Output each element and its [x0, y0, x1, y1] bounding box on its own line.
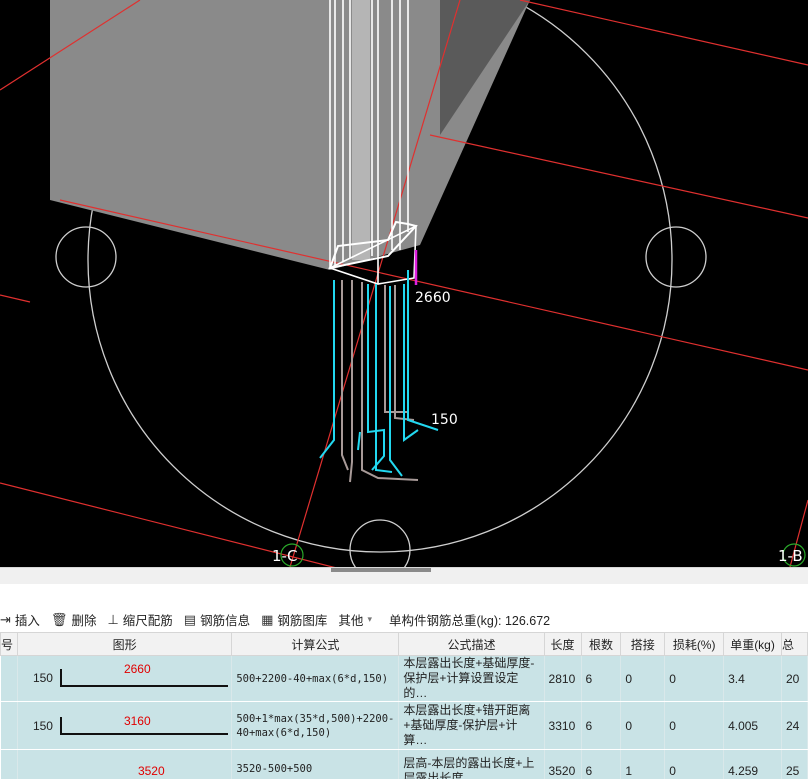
viewport-canvas[interactable]: 2660 150 1-C 1-B: [0, 0, 808, 567]
description-cell[interactable]: 层高-本层的露出长度+上层露出长度: [398, 749, 545, 779]
pile-circle-right: [645, 226, 707, 288]
row-number-cell[interactable]: [0, 749, 18, 779]
pile-circle-bottom: [349, 519, 411, 567]
row-number-cell[interactable]: [0, 655, 18, 702]
insert-row-icon: ⇥: [0, 611, 11, 627]
unit-weight-cell[interactable]: 4.005: [723, 701, 782, 750]
lap-cell[interactable]: 0: [620, 701, 666, 750]
other-label: 其他: [338, 614, 364, 628]
shape-bar-line: [59, 685, 228, 687]
insert-label: 插入: [14, 614, 40, 628]
shape-bar-length[interactable]: 3520: [138, 764, 165, 778]
column-core: [352, 0, 370, 260]
rebar-info-label: 钢筋信息: [200, 614, 251, 628]
pile-circle-left: [55, 226, 117, 288]
scale-rebar-label: 缩尺配筋: [122, 614, 173, 628]
loss-cell[interactable]: 0: [664, 655, 725, 702]
shape-bar-line: [59, 733, 228, 735]
shape-cell[interactable]: 3520: [16, 749, 233, 779]
other-dropdown[interactable]: 其他 ▾: [338, 610, 376, 629]
shape-bar-length[interactable]: 3160: [124, 714, 151, 728]
shape-hook-length: 150: [32, 719, 53, 733]
count-cell[interactable]: 6: [580, 749, 622, 779]
col-header-count[interactable]: 根数: [580, 632, 622, 656]
scale-rebar-button[interactable]: ⊥ 缩尺配筋: [107, 610, 172, 629]
col-header-total[interactable]: 总: [780, 632, 808, 656]
table-row[interactable]: 150 2660 500+2200-40+max(6*d,150) 本层露出长度…: [0, 655, 808, 702]
row-number-cell[interactable]: [0, 701, 18, 750]
shape-hook-length: 150: [32, 671, 53, 685]
axis-label-1c: 1-C: [272, 547, 297, 565]
col-header-loss[interactable]: 损耗(%): [664, 632, 725, 656]
count-cell[interactable]: 6: [580, 655, 622, 702]
panel-splitter[interactable]: [0, 567, 808, 584]
ruler-icon: ⊥: [107, 611, 119, 627]
length-cell[interactable]: 2810: [543, 655, 582, 702]
description-cell[interactable]: 本层露出长度+错开距离+基础厚度-保护层+计算…: [398, 701, 545, 750]
table-header: 号 图形 计算公式 公式描述 长度 根数 搭接 损耗(%) 单重(kg) 总: [0, 632, 808, 656]
unit-weight-cell[interactable]: 3.4: [723, 655, 782, 702]
loss-cell[interactable]: 0: [664, 749, 725, 779]
col-header-formula[interactable]: 计算公式: [231, 632, 400, 656]
description-cell[interactable]: 本层露出长度+基础厚度-保护层+计算设置设定的…: [398, 655, 545, 702]
length-cell[interactable]: 3310: [543, 701, 582, 750]
trash-icon: 🗑: [50, 611, 68, 627]
dimension-label-2660: 2660: [415, 290, 451, 306]
3d-viewport[interactable]: 2660 150 1-C 1-B: [0, 0, 808, 567]
col-header-unit-weight[interactable]: 单重(kg): [723, 632, 782, 656]
rebar-info-button[interactable]: ▤ 钢筋信息: [184, 610, 250, 629]
splitter-grip[interactable]: [331, 568, 431, 572]
rebar-grey: [341, 280, 419, 483]
formula-cell[interactable]: 500+2200-40+max(6*d,150): [231, 655, 400, 702]
chevron-down-icon: ▾: [367, 614, 372, 624]
length-cell[interactable]: 3520: [543, 749, 582, 779]
info-panel-icon: ▤: [183, 611, 197, 627]
shape-cell[interactable]: 150 3160: [16, 701, 233, 750]
rebar-table: 号 图形 计算公式 公式描述 长度 根数 搭接 损耗(%) 单重(kg) 总 1…: [0, 632, 808, 779]
lap-cell[interactable]: 0: [620, 655, 666, 702]
total-weight-cell[interactable]: 24: [780, 701, 808, 750]
col-header-description[interactable]: 公式描述: [398, 632, 545, 656]
lap-cell[interactable]: 1: [620, 749, 666, 779]
total-weight-summary: 单构件钢筋总重(kg): 126.672: [388, 614, 551, 628]
total-weight-cell[interactable]: 25: [780, 749, 808, 779]
table-row[interactable]: 3520 3520-500+500 层高-本层的露出长度+上层露出长度 3520…: [0, 749, 808, 779]
col-header-length[interactable]: 长度: [543, 632, 582, 656]
axis-label-1b: 1-B: [778, 547, 803, 565]
col-header-no[interactable]: 号: [0, 632, 18, 656]
rebar-library-label: 钢筋图库: [277, 614, 328, 628]
insert-button[interactable]: ⇥ 插入: [0, 610, 40, 629]
col-header-lap[interactable]: 搭接: [620, 632, 666, 656]
shape-cell[interactable]: 150 2660: [16, 655, 233, 702]
rebar-library-button[interactable]: ▦ 钢筋图库: [261, 610, 327, 629]
library-icon: ▦: [261, 611, 274, 627]
formula-cell[interactable]: 3520-500+500: [231, 749, 400, 779]
unit-weight-cell[interactable]: 4.259: [723, 749, 782, 779]
formula-cell[interactable]: 500+1*max(35*d,500)+2200-40+max(6*d,150): [231, 701, 400, 750]
count-cell[interactable]: 6: [580, 701, 622, 750]
rebar-toolbar: ⇥ 插入 🗑 删除 ⊥ 缩尺配筋 ▤ 钢筋信息 ▦ 钢筋图库 其他 ▾ 单构件钢…: [0, 607, 808, 632]
loss-cell[interactable]: 0: [664, 701, 725, 750]
shape-bar-length[interactable]: 2660: [124, 662, 151, 676]
col-header-shape[interactable]: 图形: [16, 632, 233, 656]
delete-button[interactable]: 🗑 删除: [51, 610, 97, 629]
delete-label: 删除: [71, 614, 97, 628]
total-weight-cell[interactable]: 20: [780, 655, 808, 702]
rebar-table-container: 号 图形 计算公式 公式描述 长度 根数 搭接 损耗(%) 单重(kg) 总 1…: [0, 632, 808, 779]
table-row[interactable]: 150 3160 500+1*max(35*d,500)+2200-40+max…: [0, 701, 808, 750]
dimension-label-150: 150: [431, 412, 458, 428]
